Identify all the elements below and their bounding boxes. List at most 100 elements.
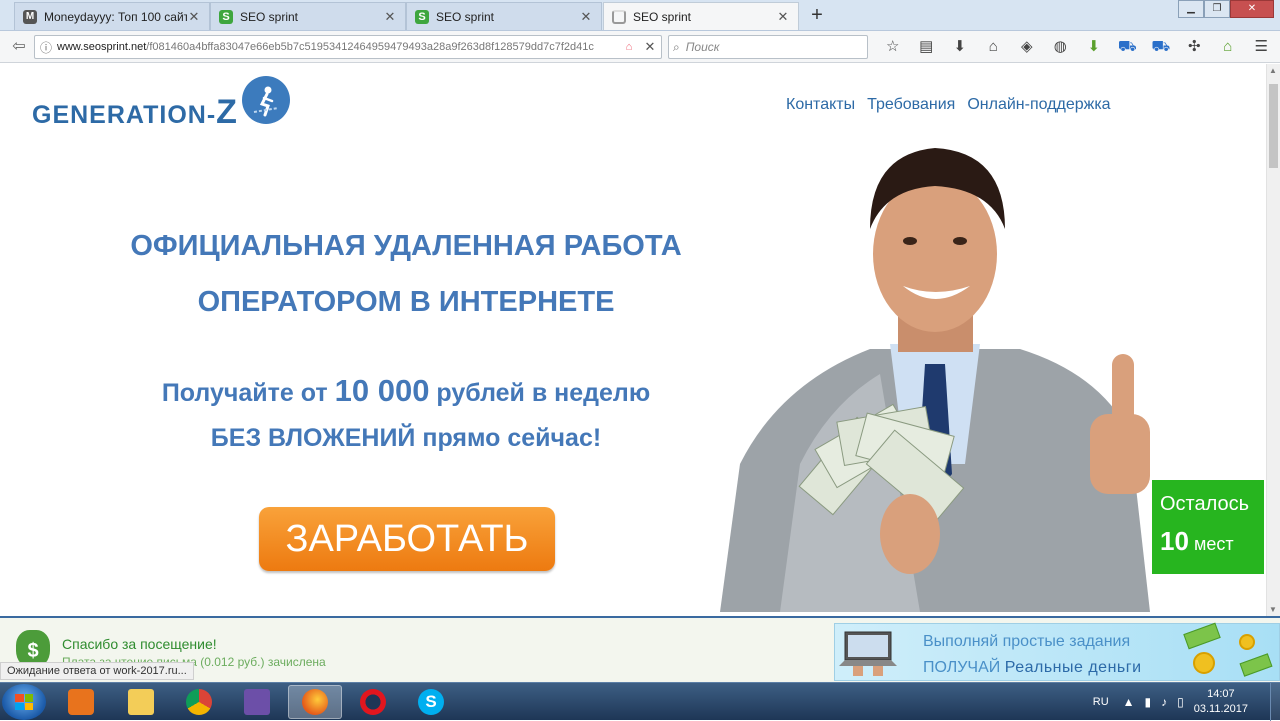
seosprint-icon: S — [415, 9, 429, 24]
logo-emblem-icon — [241, 76, 290, 124]
url-domain: www.seosprint.net — [57, 41, 147, 53]
download-icon[interactable]: ⬇ — [943, 35, 977, 59]
page-scrollbar[interactable]: ▲ ▼ — [1266, 64, 1280, 616]
tab-close-icon[interactable]: ✕ — [776, 9, 790, 25]
info-icon[interactable]: ⓘ — [35, 39, 57, 56]
close-window-button[interactable]: ✕ — [1230, 0, 1274, 18]
sub-prefix: Получайте от — [161, 379, 328, 407]
search-placeholder: Поиск — [685, 40, 720, 54]
nav-contacts[interactable]: Контакты — [786, 96, 855, 114]
banknote-icon — [1183, 622, 1221, 650]
tab-moneydayyy[interactable]: M Moneydayyy: Топ 100 сайто ✕ — [14, 2, 210, 30]
globe-icon[interactable]: ◍ — [1044, 35, 1078, 59]
volume-icon[interactable]: ♪ — [1161, 695, 1167, 709]
windows-logo-icon — [15, 694, 33, 710]
taskbar-opera[interactable] — [346, 685, 400, 719]
skype-icon: S — [418, 689, 444, 715]
network-icon[interactable]: ▮ — [1145, 695, 1152, 709]
banner-line-1: Выполняй простые задания — [923, 633, 1131, 650]
bookmark-star-icon[interactable]: ☆ — [876, 35, 910, 59]
tab-title: Moneydayyy: Топ 100 сайто — [44, 9, 187, 24]
url-text[interactable]: www.seosprint.net/f081460a4bffa83047e66e… — [57, 41, 619, 53]
tab-title: SEO sprint — [436, 9, 495, 24]
status-bar: Ожидание ответа от work-2017.ru... — [0, 662, 194, 680]
cart-icon[interactable]: ⛟ — [1111, 35, 1145, 59]
subheadline: Получайте от 10 000 рублей в неделю БЕЗ … — [76, 368, 736, 461]
clock-time: 14:07 — [1207, 688, 1235, 700]
ad-banner[interactable]: Выполняй простые задания ПОЛУЧАЙ Реальны… — [834, 622, 1280, 681]
banknote-icon — [1239, 653, 1273, 677]
taskbar-visual-studio[interactable] — [230, 685, 284, 719]
logo-text-z: Z — [216, 93, 238, 131]
menu-icon[interactable]: ☰ — [1245, 35, 1279, 59]
page-content: GENERATION-Z Контакты Требования Онлайн-… — [0, 64, 1266, 616]
logo-text: GENERATION-Z — [32, 93, 238, 132]
scroll-down-icon[interactable]: ▼ — [1269, 605, 1277, 614]
businessman-photo — [720, 148, 1150, 612]
maximize-button[interactable]: ❐ — [1204, 0, 1230, 18]
nav-online-support[interactable]: Онлайн-поддержка — [967, 96, 1110, 114]
stop-icon[interactable]: ✕ — [639, 39, 661, 55]
search-input[interactable]: ⌕ Поиск — [668, 35, 868, 59]
media-player-icon — [68, 689, 94, 715]
system-tray: RU ▲ ▮ ♪ ▯ 14:07 03.11.2017 — [1093, 683, 1280, 721]
headline-line-2: ОПЕРАТОРОМ В ИНТЕРНЕТЕ — [197, 286, 615, 318]
tab-seosprint-2[interactable]: S SEO sprint ✕ — [406, 2, 602, 30]
taskbar-explorer[interactable] — [114, 685, 168, 719]
start-button[interactable] — [2, 684, 46, 720]
tab-seosprint-1[interactable]: S SEO sprint ✕ — [210, 2, 406, 30]
search-icon: ⌕ — [673, 39, 680, 54]
headline-line-1: ОФИЦИАЛЬНАЯ УДАЛЕННАЯ РАБОТА — [130, 230, 682, 262]
slots-count: 10 — [1160, 526, 1189, 556]
addon-house-icon[interactable]: ⌂ — [1211, 35, 1245, 59]
back-button[interactable]: ⇦ — [6, 35, 32, 59]
taskbar-firefox[interactable] — [288, 685, 342, 719]
tab-close-icon[interactable]: ✕ — [187, 9, 201, 25]
home-icon[interactable]: ⌂ — [977, 35, 1011, 59]
minimize-button[interactable]: ▁ — [1178, 0, 1204, 18]
banner-real-money-text: Реальные деньги — [1004, 659, 1142, 676]
cart-icon-2[interactable]: ⛟ — [1144, 35, 1178, 59]
thanks-text: Спасибо за посещение! — [62, 636, 217, 652]
slots-unit: мест — [1193, 534, 1234, 554]
sub-amount: 10 000 — [334, 373, 430, 408]
addon-home-icon[interactable]: ⌂ — [619, 41, 639, 53]
earn-button[interactable]: ЗАРАБОТАТЬ — [259, 507, 555, 571]
coin-icon — [1193, 652, 1215, 674]
banner-get-text: ПОЛУЧАЙ — [923, 659, 1001, 676]
url-path: /f081460a4bffa83047e66eb5b7c519534124649… — [146, 41, 594, 53]
scroll-up-icon[interactable]: ▲ — [1269, 66, 1277, 75]
navigation-bar: ⇦ ⓘ www.seosprint.net/f081460a4bffa83047… — [0, 31, 1280, 63]
taskbar-chrome[interactable] — [172, 685, 226, 719]
loading-icon — [612, 9, 626, 24]
toolbar-icons: ☆ ▤ ⬇ ⌂ ◈ ◍ ⬇ ⛟ ⛟ ✣ ⌂ ☰ — [876, 35, 1278, 59]
visual-studio-icon — [244, 689, 270, 715]
scrollbar-thumb[interactable] — [1269, 84, 1278, 168]
page-headline: ОФИЦИАЛЬНАЯ УДАЛЕННАЯ РАБОТА ОПЕРАТОРОМ … — [76, 218, 736, 330]
clock[interactable]: 14:07 03.11.2017 — [1194, 687, 1248, 717]
firefox-icon — [302, 689, 328, 715]
seosprint-icon: S — [219, 9, 233, 24]
show-desktop-button[interactable] — [1270, 683, 1280, 721]
logo[interactable]: GENERATION-Z — [32, 76, 290, 132]
taskbar-media-player[interactable] — [54, 685, 108, 719]
tab-close-icon[interactable]: ✕ — [579, 9, 593, 25]
extension-icon[interactable]: ✣ — [1178, 35, 1212, 59]
reading-list-icon[interactable]: ▤ — [910, 35, 944, 59]
nav-requirements[interactable]: Требования — [867, 96, 955, 114]
new-tab-button[interactable]: + — [806, 5, 828, 25]
tab-seosprint-active[interactable]: SEO sprint ✕ — [603, 2, 799, 30]
coin-icon — [1239, 634, 1255, 650]
green-download-icon[interactable]: ⬇ — [1077, 35, 1111, 59]
laptop-icon — [839, 631, 897, 676]
address-bar[interactable]: ⓘ www.seosprint.net/f081460a4bffa83047e6… — [34, 35, 662, 59]
tray-expand-icon[interactable]: ▲ — [1123, 695, 1135, 709]
tab-close-icon[interactable]: ✕ — [383, 9, 397, 25]
sub-right-now: прямо сейчас! — [422, 424, 602, 452]
language-indicator[interactable]: RU — [1093, 696, 1109, 708]
pocket-icon[interactable]: ◈ — [1010, 35, 1044, 59]
banner-line-2: ПОЛУЧАЙ Реальные деньги — [923, 659, 1142, 677]
power-icon[interactable]: ▯ — [1177, 695, 1184, 709]
site-m-icon: M — [23, 9, 37, 24]
taskbar-skype[interactable]: S — [404, 685, 458, 719]
